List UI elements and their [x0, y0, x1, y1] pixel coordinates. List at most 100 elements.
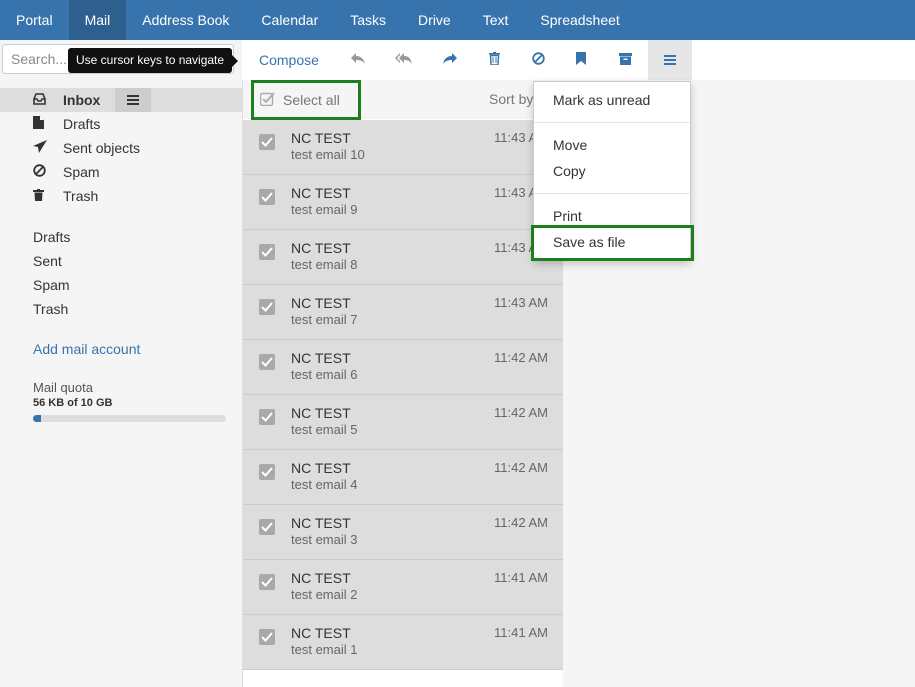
- compose-button[interactable]: Compose: [259, 40, 319, 80]
- message-checkbox[interactable]: [259, 354, 275, 370]
- archive-icon: [618, 52, 632, 68]
- flag-icon: [576, 52, 586, 68]
- nav-calendar[interactable]: Calendar: [245, 0, 334, 40]
- folder-drafts[interactable]: Drafts: [0, 112, 242, 136]
- delete-button[interactable]: [472, 40, 516, 80]
- sort-by-dropdown[interactable]: Sort by: [489, 91, 533, 107]
- message-subject: test email 8: [291, 257, 358, 272]
- ban-icon: [0, 164, 46, 180]
- reply-button[interactable]: [336, 40, 380, 80]
- message-time: 11:43 AM: [494, 295, 548, 310]
- checkbox-icon: [259, 91, 275, 109]
- top-nav: Portal Mail Address Book Calendar Tasks …: [0, 0, 915, 40]
- send-icon: [0, 140, 47, 156]
- folder-sent[interactable]: Sent: [33, 253, 62, 269]
- folder-spam[interactable]: Spam: [0, 160, 242, 184]
- nav-text[interactable]: Text: [467, 0, 525, 40]
- mail-list-item[interactable]: NC TEST test email 4 11:42 AM: [243, 450, 564, 505]
- flag-button[interactable]: [559, 40, 603, 80]
- nav-spreadsheet[interactable]: Spreadsheet: [524, 0, 635, 40]
- menu-item-print[interactable]: Print: [553, 208, 582, 224]
- message-subject: test email 10: [291, 147, 365, 162]
- reply-all-button[interactable]: [382, 40, 426, 80]
- message-time: 11:42 AM: [494, 350, 548, 365]
- folder-trash-secondary[interactable]: Trash: [33, 301, 68, 317]
- folder-label: Inbox: [63, 92, 101, 108]
- nav-address-book[interactable]: Address Book: [126, 0, 245, 40]
- menu-divider: [534, 122, 690, 123]
- folder-spam-secondary[interactable]: Spam: [33, 277, 70, 293]
- message-sender: NC TEST: [291, 405, 351, 421]
- message-checkbox[interactable]: [259, 409, 275, 425]
- message-subject: test email 9: [291, 202, 358, 217]
- message-time: 11:42 AM: [494, 460, 548, 475]
- mail-list-item[interactable]: NC TEST test email 8 11:43 AM: [243, 230, 564, 285]
- menu-item-move[interactable]: Move: [553, 137, 587, 153]
- quota-bar: [33, 415, 226, 422]
- mail-list-item[interactable]: NC TEST test email 9 11:43 AM: [243, 175, 564, 230]
- mail-list-item[interactable]: NC TEST test email 1 11:41 AM: [243, 615, 564, 670]
- mail-list-item[interactable]: NC TEST test email 5 11:42 AM: [243, 395, 564, 450]
- message-subject: test email 5: [291, 422, 358, 437]
- message-time: 11:41 AM: [494, 625, 548, 640]
- mail-list: Select all Sort by NC TEST test email 10 1…: [242, 80, 564, 687]
- message-checkbox[interactable]: [259, 519, 275, 535]
- message-checkbox[interactable]: [259, 244, 275, 260]
- nav-drive[interactable]: Drive: [402, 0, 467, 40]
- message-subject: test email 3: [291, 532, 358, 547]
- inbox-icon: [0, 92, 46, 108]
- more-actions-button[interactable]: [648, 40, 692, 80]
- message-checkbox[interactable]: [259, 189, 275, 205]
- hamburger-icon: [127, 92, 139, 108]
- folder-sidebar: Search... Use cursor keys to navigate In…: [0, 40, 242, 687]
- delete-icon: [488, 52, 500, 68]
- menu-divider: [534, 193, 690, 194]
- folder-label: Trash: [63, 188, 99, 204]
- menu-icon: [664, 52, 676, 68]
- quota-label: Mail quota: [33, 380, 93, 395]
- message-sender: NC TEST: [291, 460, 351, 476]
- message-checkbox[interactable]: [259, 629, 275, 645]
- quota-value: 56 KB of 10 GB: [33, 397, 113, 409]
- select-all-button[interactable]: Select all: [251, 80, 361, 120]
- mail-list-item[interactable]: NC TEST test email 2 11:41 AM: [243, 560, 564, 615]
- file-icon: [0, 116, 44, 132]
- spam-button[interactable]: [516, 40, 560, 80]
- message-sender: NC TEST: [291, 185, 351, 201]
- spam-icon: [531, 52, 545, 68]
- reply-icon: [350, 52, 366, 68]
- list-header: Select all Sort by: [243, 80, 564, 120]
- menu-item-copy[interactable]: Copy: [553, 163, 586, 179]
- folder-menu-button[interactable]: [115, 88, 151, 112]
- message-sender: NC TEST: [291, 295, 351, 311]
- nav-tasks[interactable]: Tasks: [334, 0, 402, 40]
- message-sender: NC TEST: [291, 625, 351, 641]
- message-sender: NC TEST: [291, 350, 351, 366]
- message-checkbox[interactable]: [259, 299, 275, 315]
- mail-list-item[interactable]: NC TEST test email 7 11:43 AM: [243, 285, 564, 340]
- message-checkbox[interactable]: [259, 574, 275, 590]
- save-as-file-highlight: [531, 225, 694, 261]
- folder-drafts-secondary[interactable]: Drafts: [33, 229, 70, 245]
- message-subject: test email 6: [291, 367, 358, 382]
- quota-bar-fill: [33, 415, 41, 422]
- mail-list-item[interactable]: NC TEST test email 6 11:42 AM: [243, 340, 564, 395]
- menu-item-mark-unread[interactable]: Mark as unread: [553, 92, 650, 108]
- reply-all-icon: [395, 52, 413, 68]
- add-mail-account-link[interactable]: Add mail account: [33, 341, 140, 357]
- forward-button[interactable]: [428, 40, 472, 80]
- mail-list-item[interactable]: NC TEST test email 3 11:42 AM: [243, 505, 564, 560]
- forward-icon: [442, 52, 458, 68]
- folder-sent-objects[interactable]: Sent objects: [0, 136, 242, 160]
- message-checkbox[interactable]: [259, 464, 275, 480]
- folder-inbox[interactable]: Inbox: [0, 88, 242, 112]
- message-time: 11:42 AM: [494, 405, 548, 420]
- nav-mail[interactable]: Mail: [68, 0, 127, 40]
- message-checkbox[interactable]: [259, 134, 275, 150]
- archive-button[interactable]: [603, 40, 647, 80]
- nav-portal[interactable]: Portal: [0, 0, 69, 40]
- mail-list-item[interactable]: NC TEST test email 10 11:43 AM: [243, 120, 564, 175]
- folder-trash[interactable]: Trash: [0, 184, 242, 208]
- message-subject: test email 7: [291, 312, 358, 327]
- folder-label: Sent objects: [63, 140, 141, 156]
